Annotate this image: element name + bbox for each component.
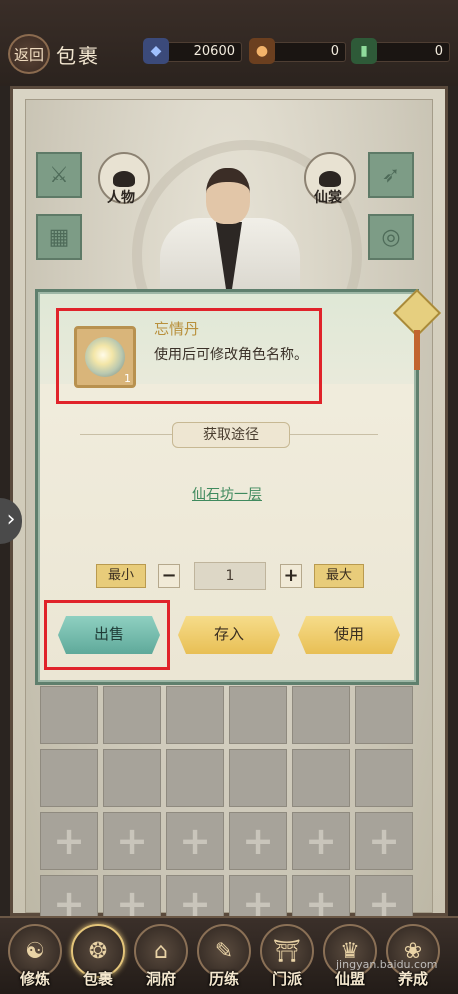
tassel-ornament	[414, 330, 420, 370]
tab-immortal-bag-label: 仙裳	[314, 190, 342, 206]
inventory-slot[interactable]	[355, 749, 413, 807]
highlight-item-info	[56, 308, 322, 404]
currency-value: 0	[330, 44, 339, 59]
armor-slot-icon[interactable]: ▦	[36, 214, 82, 260]
inventory-slot[interactable]	[103, 686, 161, 744]
weapon-slot-icon[interactable]: ⚔	[36, 152, 82, 198]
currency-scroll: ▮ 0	[351, 38, 450, 64]
max-button[interactable]: 最大	[314, 564, 364, 588]
min-button[interactable]: 最小	[96, 564, 146, 588]
inventory-slot[interactable]: +	[166, 812, 224, 870]
inventory-slot[interactable]	[292, 749, 350, 807]
inventory-slot[interactable]	[229, 686, 287, 744]
nav-label: 养成	[397, 970, 428, 988]
immortal-tab-icon	[319, 171, 341, 187]
top-bar: 返回 包裹 ◆ 20600 ● 0 ▮ 0	[0, 0, 458, 86]
currency-gold: ● 0	[249, 38, 346, 64]
highlight-sell	[44, 600, 170, 670]
inventory-slot[interactable]: +	[103, 812, 161, 870]
currency-spirit-stone: ◆ 20600	[143, 38, 242, 64]
currency-value: 20600	[193, 44, 235, 59]
nav-label: 洞府	[145, 970, 176, 988]
back-button[interactable]: 返回	[8, 34, 50, 74]
character-avatar	[206, 168, 250, 224]
bow-slot-icon[interactable]: ➶	[368, 152, 414, 198]
character-tab-icon	[113, 171, 135, 187]
nav-label: 包裹	[82, 970, 113, 988]
quantity-input[interactable]: 1	[194, 562, 266, 590]
plus-button[interactable]: +	[280, 564, 302, 588]
inventory-slot[interactable]: +	[292, 812, 350, 870]
inventory-slot[interactable]: +	[229, 812, 287, 870]
page-title: 包裹	[56, 44, 100, 68]
inventory-slot[interactable]	[292, 686, 350, 744]
inventory-slot[interactable]	[166, 686, 224, 744]
store-button[interactable]: 存入	[178, 616, 280, 654]
nav-label: 修炼	[19, 970, 50, 988]
nav-label: 门派	[271, 970, 302, 988]
bracer-slot-icon[interactable]: ◎	[368, 214, 414, 260]
inventory-grid: + + + + + + + + + + + +	[40, 686, 414, 933]
nav-label: 仙盟	[334, 970, 365, 988]
inventory-slot[interactable]	[166, 749, 224, 807]
source-section-title: 获取途径	[172, 422, 290, 448]
inventory-slot[interactable]: +	[355, 812, 413, 870]
spirit-stone-icon: ◆	[143, 38, 169, 64]
inventory-slot[interactable]	[355, 686, 413, 744]
inventory-slot[interactable]	[40, 749, 98, 807]
inventory-slot[interactable]	[40, 686, 98, 744]
inventory-slot[interactable]	[229, 749, 287, 807]
currency-value: 0	[434, 44, 443, 59]
inventory-slot[interactable]	[103, 749, 161, 807]
use-button[interactable]: 使用	[298, 616, 400, 654]
inventory-slot[interactable]: +	[40, 812, 98, 870]
watermark: jingyan.baidu.com	[336, 958, 438, 971]
nav-label: 历练	[208, 970, 239, 988]
bottom-nav: ☯ 修炼 ❂ 包裹 ⌂ 洞府 ✎ 历练 ⛩ 门派 ♛ 仙盟 ❀ 养成	[0, 916, 458, 994]
scroll-ticket-icon: ▮	[351, 38, 377, 64]
minus-button[interactable]: −	[158, 564, 180, 588]
tab-character-label: 人物	[107, 190, 135, 206]
gold-ingot-icon: ●	[249, 38, 275, 64]
source-link[interactable]: 仙石坊一层	[40, 484, 414, 504]
